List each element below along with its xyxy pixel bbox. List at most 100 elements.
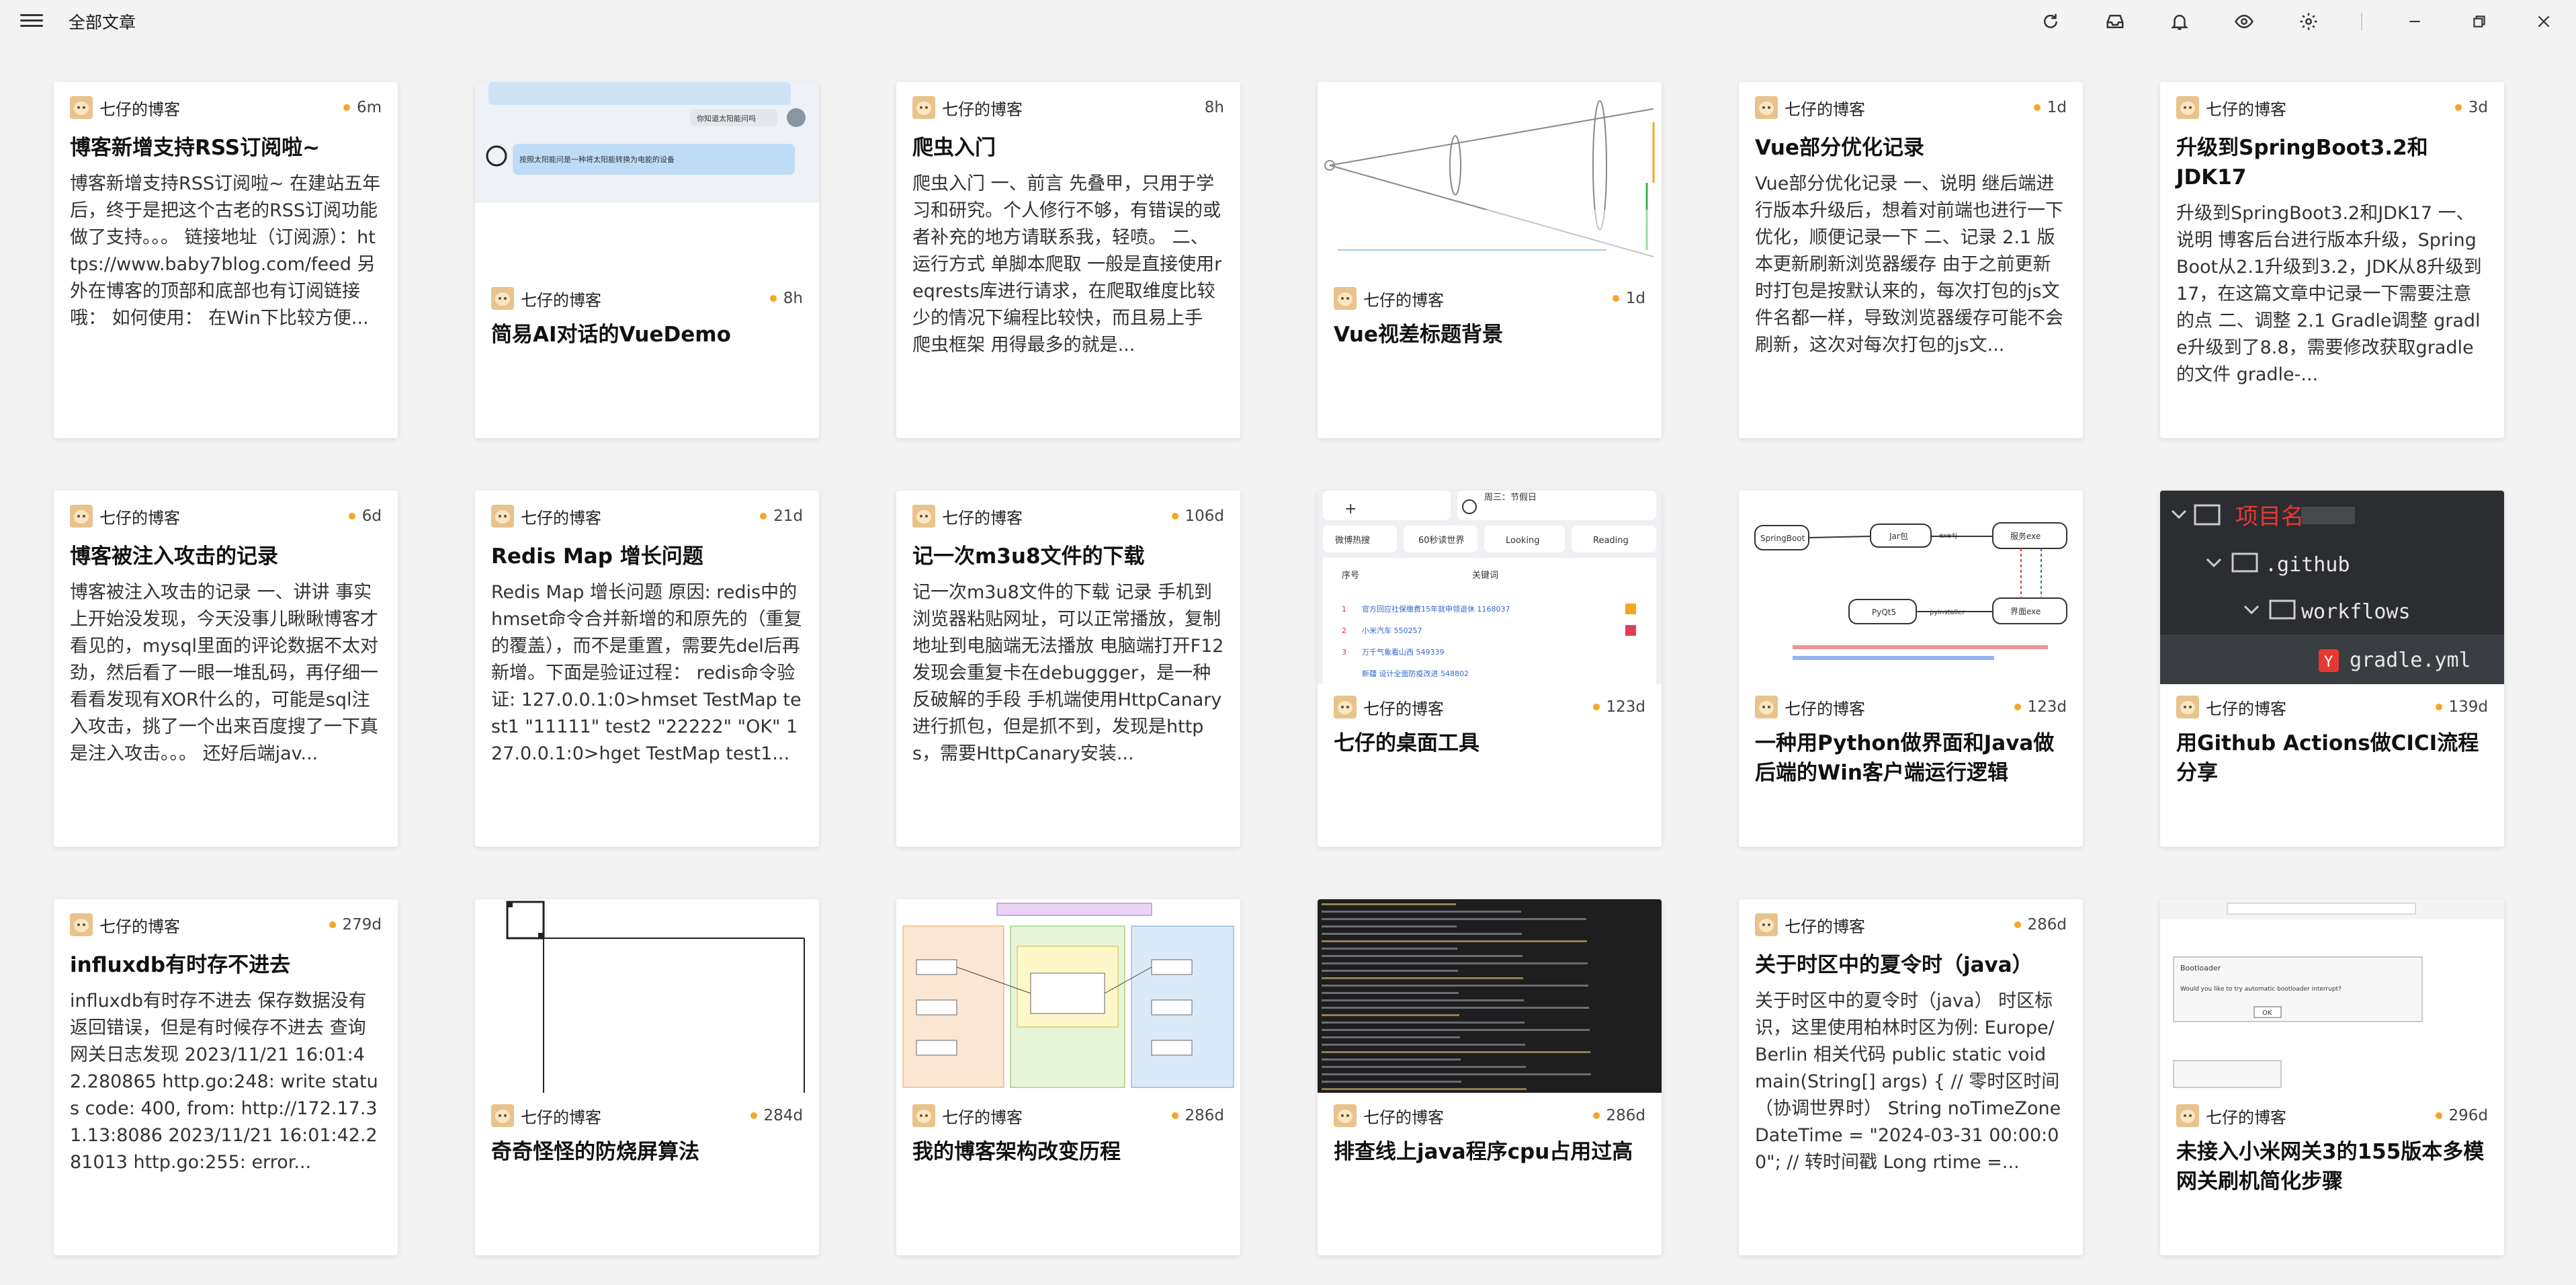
- time-text: 106d: [1185, 507, 1225, 525]
- article-title[interactable]: 用Github Actions做CICI流程分享: [2176, 729, 2488, 788]
- article-excerpt: 爬虫入门 一、前言 先叠甲，只用于学习和研究。个人修行不够，有错误的或者补充的地…: [912, 173, 1222, 356]
- article-excerpt: influxdb有时存不进去 保存数据没有返回错误，但是有时候存不进去 查询网关…: [70, 991, 378, 1173]
- article-card[interactable]: + 周三：节假日 微博热搜 60秒读世界 Looking Reading 序号 …: [1318, 491, 1662, 847]
- article-card[interactable]: Bootloader Would you like to try automat…: [2160, 899, 2504, 1255]
- article-card[interactable]: 七仔的博客 286d 我的博客架构改变历程: [896, 899, 1240, 1255]
- gear-icon[interactable]: [2276, 0, 2341, 43]
- time-badge: 3d: [2454, 99, 2488, 116]
- article-title[interactable]: Vue部分优化记录: [1755, 133, 2067, 163]
- article-excerpt: 博客被注入攻击的记录 一、讲讲 事实上开始没发现，今天没事儿瞅瞅博客才看见的，m…: [70, 582, 378, 764]
- author-name: 七仔的博客: [521, 1108, 601, 1127]
- article-title[interactable]: 博客被注入攻击的记录: [70, 542, 382, 571]
- time-badge: 21d: [760, 507, 803, 525]
- article-title[interactable]: influxdb有时存不进去: [70, 950, 382, 980]
- avatar: [70, 913, 93, 936]
- article-card[interactable]: 七仔的博客 106d 记一次m3u8文件的下载 记一次m3u8文件的下载 记录 手…: [896, 491, 1240, 847]
- close-icon[interactable]: [2511, 0, 2576, 43]
- article-card[interactable]: 七仔的博客 6m 博客新增支持RSS订阅啦~ 博客新增支持RSS订阅啦~ 在建站五…: [54, 82, 398, 438]
- article-card[interactable]: 七仔的博客 8h 爬虫入门 爬虫入门 一、前言 先叠甲，只用于学习和研究。个人修行…: [896, 82, 1240, 438]
- dot-icon: [1171, 513, 1178, 520]
- dot-icon: [2454, 104, 2462, 111]
- author-name: 七仔的博客: [2206, 699, 2286, 718]
- article-card[interactable]: 项目名 .github workflows Y gradle.yml 七仔的博客…: [2160, 491, 2504, 847]
- avatar: [912, 96, 935, 119]
- article-thumbnail: + 周三：节假日 微博热搜 60秒读世界 Looking Reading 序号 …: [1318, 491, 1662, 684]
- article-card[interactable]: 七仔的博客 1d Vue部分优化记录 Vue部分优化记录 一、说明 继后端进行版本…: [1739, 82, 2083, 438]
- bell-icon[interactable]: [2147, 0, 2212, 43]
- thumb-edge-pyinstaller: pyinstaller: [1930, 609, 1965, 616]
- thumb-node-ui-exe: 界面exe: [2010, 607, 2041, 616]
- avatar: [1755, 913, 1778, 936]
- article-thumbnail: 你知道太阳能问吗 按照太阳能问是一种将太阳能转换为电能的设备: [475, 82, 819, 276]
- author-name: 七仔的博客: [1785, 917, 1865, 936]
- article-card[interactable]: 七仔的博客 279d influxdb有时存不进去 influxdb有时存不进去 …: [54, 899, 398, 1255]
- article-card[interactable]: 七仔的博客 1d Vue视差标题背景: [1318, 82, 1662, 438]
- time-text: 6m: [356, 99, 382, 116]
- hamburger-menu-icon[interactable]: [20, 11, 43, 31]
- eye-icon[interactable]: [2212, 0, 2276, 43]
- thumb-row-3: 万千气象看山西 549339: [1362, 647, 1445, 657]
- article-thumbnail: 项目名 .github workflows Y gradle.yml: [2160, 491, 2504, 684]
- restore-icon[interactable]: [2447, 0, 2511, 43]
- article-excerpt: 关于时区中的夏令时（java） 时区标识，这里使用柏林时区为例: Europe/…: [1755, 991, 2061, 1173]
- article-title[interactable]: 七仔的桌面工具: [1334, 729, 1645, 758]
- author-name: 七仔的博客: [942, 508, 1023, 528]
- article-title[interactable]: 我的博客架构改变历程: [912, 1137, 1224, 1167]
- terminal-line: [1322, 933, 1522, 935]
- article-card[interactable]: SpringBoot Jar包 exe4j 服务exe PyQt5 pyinst…: [1739, 491, 2083, 847]
- terminal-line: [1322, 955, 1522, 957]
- author-name: 七仔的博客: [99, 99, 180, 119]
- terminal-line: [1322, 1051, 1590, 1053]
- article-title[interactable]: 爬虫入门: [912, 133, 1224, 163]
- author-name: 七仔的博客: [2206, 1108, 2286, 1127]
- article-card[interactable]: 你知道太阳能问吗 按照太阳能问是一种将太阳能转换为电能的设备 七仔的博客 8h 简…: [475, 82, 819, 438]
- terminal-line: [1322, 1036, 1460, 1038]
- article-card[interactable]: 七仔的博客 21d Redis Map 增长问题 Redis Map 增长问题 原…: [475, 491, 819, 847]
- terminal-line: [1322, 1022, 1525, 1024]
- avatar: [2176, 696, 2199, 718]
- article-title[interactable]: 未接入小米网关3的155版本多模网关刷机简化步骤: [2176, 1137, 2488, 1196]
- time-text: 8h: [783, 290, 803, 307]
- article-card[interactable]: 七仔的博客 284d 奇奇怪怪的防烧屏算法: [475, 899, 819, 1255]
- article-title[interactable]: Vue视差标题背景: [1334, 320, 1645, 349]
- thumb-node-service-exe: 服务exe: [2010, 531, 2041, 541]
- thumb-folder-github: .github: [2265, 553, 2350, 577]
- article-title[interactable]: 简易AI对话的VueDemo: [491, 320, 803, 349]
- refresh-icon[interactable]: [2018, 0, 2083, 43]
- article-card[interactable]: 七仔的博客 6d 博客被注入攻击的记录 博客被注入攻击的记录 一、讲讲 事实上开始…: [54, 491, 398, 847]
- dot-icon: [2435, 1112, 2442, 1119]
- article-title[interactable]: Redis Map 增长问题: [491, 542, 803, 571]
- terminal-line: [1322, 962, 1588, 964]
- article-title[interactable]: 升级到SpringBoot3.2和JDK17: [2176, 133, 2488, 192]
- article-title[interactable]: 奇奇怪怪的防烧屏算法: [491, 1137, 803, 1167]
- article-thumbnail: [896, 899, 1240, 1093]
- article-excerpt: 记一次m3u8文件的下载 记录 手机到浏览器粘贴网址，可以正常播放，复制地址到电…: [912, 582, 1224, 764]
- article-card[interactable]: 七仔的博客 286d 排查线上java程序cpu占用过高: [1318, 899, 1662, 1255]
- time-text: 1d: [1625, 290, 1645, 307]
- article-excerpt: 升级到SpringBoot3.2和JDK17 一、说明 博客后台进行版本升级，S…: [2176, 203, 2482, 385]
- article-card[interactable]: 七仔的博客 3d 升级到SpringBoot3.2和JDK17 升级到Spring…: [2160, 82, 2504, 438]
- article-title[interactable]: 关于时区中的夏令时（java）: [1755, 950, 2067, 980]
- article-title[interactable]: 记一次m3u8文件的下载: [912, 542, 1224, 571]
- thumb-tab-reading: Reading: [1593, 536, 1629, 546]
- inbox-icon[interactable]: [2083, 0, 2147, 43]
- article-title[interactable]: 博客新增支持RSS订阅啦~: [70, 133, 382, 163]
- thumb-row-4: 新疆 设计全面防疫改进 548802: [1362, 669, 1469, 678]
- author-name: 七仔的博客: [1363, 290, 1444, 310]
- title-bar: 全部文章: [0, 0, 2576, 43]
- terminal-line: [1322, 999, 1524, 1001]
- article-grid: 七仔的博客 6m 博客新增支持RSS订阅啦~ 博客新增支持RSS订阅啦~ 在建站五…: [54, 82, 2504, 1255]
- author-name: 七仔的博客: [1363, 1108, 1444, 1127]
- author-name: 七仔的博客: [942, 1108, 1023, 1127]
- time-text: 1d: [2047, 99, 2067, 116]
- time-badge: 6d: [348, 507, 382, 525]
- minimize-icon[interactable]: [2382, 0, 2447, 43]
- terminal-line: [1322, 977, 1523, 979]
- article-title[interactable]: 排查线上java程序cpu占用过高: [1334, 1137, 1645, 1167]
- terminal-line: [1322, 1081, 1461, 1083]
- article-card[interactable]: 七仔的博客 286d 关于时区中的夏令时（java） 关于时区中的夏令时（java…: [1739, 899, 2083, 1255]
- article-title[interactable]: 一种用Python做界面和Java做后端的Win客户端运行逻辑: [1755, 729, 2067, 788]
- time-badge: 296d: [2435, 1107, 2488, 1124]
- thumb-row-1: 官方回应社保缴费15年就申领退休 1168037: [1362, 604, 1510, 614]
- dot-icon: [1592, 1112, 1600, 1119]
